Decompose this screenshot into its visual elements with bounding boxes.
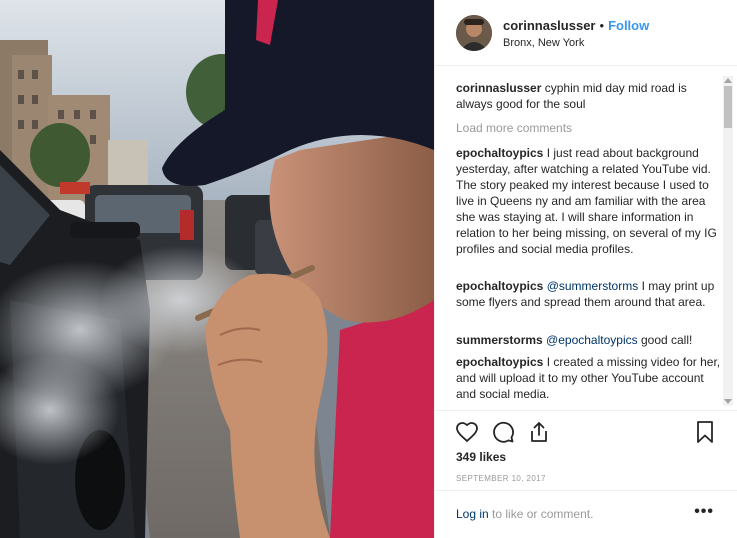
- heart-icon[interactable]: [455, 420, 479, 444]
- login-prompt-text: to like or comment.: [492, 507, 594, 521]
- likes-count[interactable]: 349 likes: [456, 450, 506, 464]
- comment-item: summerstorms @epochaltoypics good call!: [456, 332, 722, 348]
- scroll-thumb[interactable]: [724, 86, 732, 128]
- follow-button[interactable]: Follow: [608, 18, 649, 33]
- comment-item: epochaltoypics @summerstorms I may print…: [456, 278, 722, 310]
- comment-author[interactable]: corinnaslusser: [456, 81, 541, 95]
- comment-item: epochaltoypics I created a missing video…: [456, 354, 722, 402]
- post-header: corinnaslusser • Follow Bronx, New York: [435, 0, 737, 66]
- scroll-down-arrow-icon[interactable]: [724, 399, 732, 404]
- login-prompt: Log in to like or comment.: [456, 507, 593, 521]
- comment-author[interactable]: epochaltoypics: [456, 279, 543, 293]
- separator-dot: •: [599, 18, 605, 33]
- post-footer: Log in to like or comment. •••: [435, 490, 737, 538]
- username-link[interactable]: corinnaslusser: [503, 18, 596, 33]
- photo-illustration: [0, 0, 434, 538]
- location-link[interactable]: Bronx, New York: [503, 37, 584, 49]
- comment-bubble-icon[interactable]: [491, 420, 515, 444]
- post-side-panel: corinnaslusser • Follow Bronx, New York co…: [434, 0, 737, 538]
- comments-section: corinnaslusser cyphin mid day mid road i…: [435, 66, 737, 410]
- comment-text: good call!: [640, 333, 693, 347]
- comments-scrollbar[interactable]: [723, 76, 733, 406]
- post-date[interactable]: SEPTEMBER 10, 2017: [456, 474, 546, 483]
- comment-mention[interactable]: @summerstorms: [547, 279, 639, 293]
- comment-item: epochaltoypics I just read about backgro…: [456, 145, 722, 257]
- caption-comment: corinnaslusser cyphin mid day mid road i…: [456, 80, 722, 112]
- comment-mention[interactable]: @epochaltoypics: [546, 333, 638, 347]
- bookmark-icon[interactable]: [693, 420, 717, 444]
- avatar-image: [456, 15, 492, 51]
- post-username-line: corinnaslusser • Follow: [503, 18, 649, 33]
- login-link[interactable]: Log in: [456, 507, 489, 521]
- comment-author[interactable]: epochaltoypics: [456, 355, 543, 369]
- avatar[interactable]: [456, 15, 492, 51]
- comment-author[interactable]: summerstorms: [456, 333, 543, 347]
- comment-text: I just read about background yesterday, …: [456, 146, 717, 256]
- share-icon[interactable]: [527, 420, 551, 444]
- post-actions: [435, 410, 737, 452]
- instagram-post: corinnaslusser • Follow Bronx, New York co…: [0, 0, 737, 538]
- comment-author[interactable]: epochaltoypics: [456, 146, 543, 160]
- post-photo[interactable]: [0, 0, 434, 538]
- more-options-icon[interactable]: •••: [694, 503, 714, 521]
- load-more-comments-button[interactable]: Load more comments: [456, 121, 572, 135]
- scroll-up-arrow-icon[interactable]: [724, 78, 732, 83]
